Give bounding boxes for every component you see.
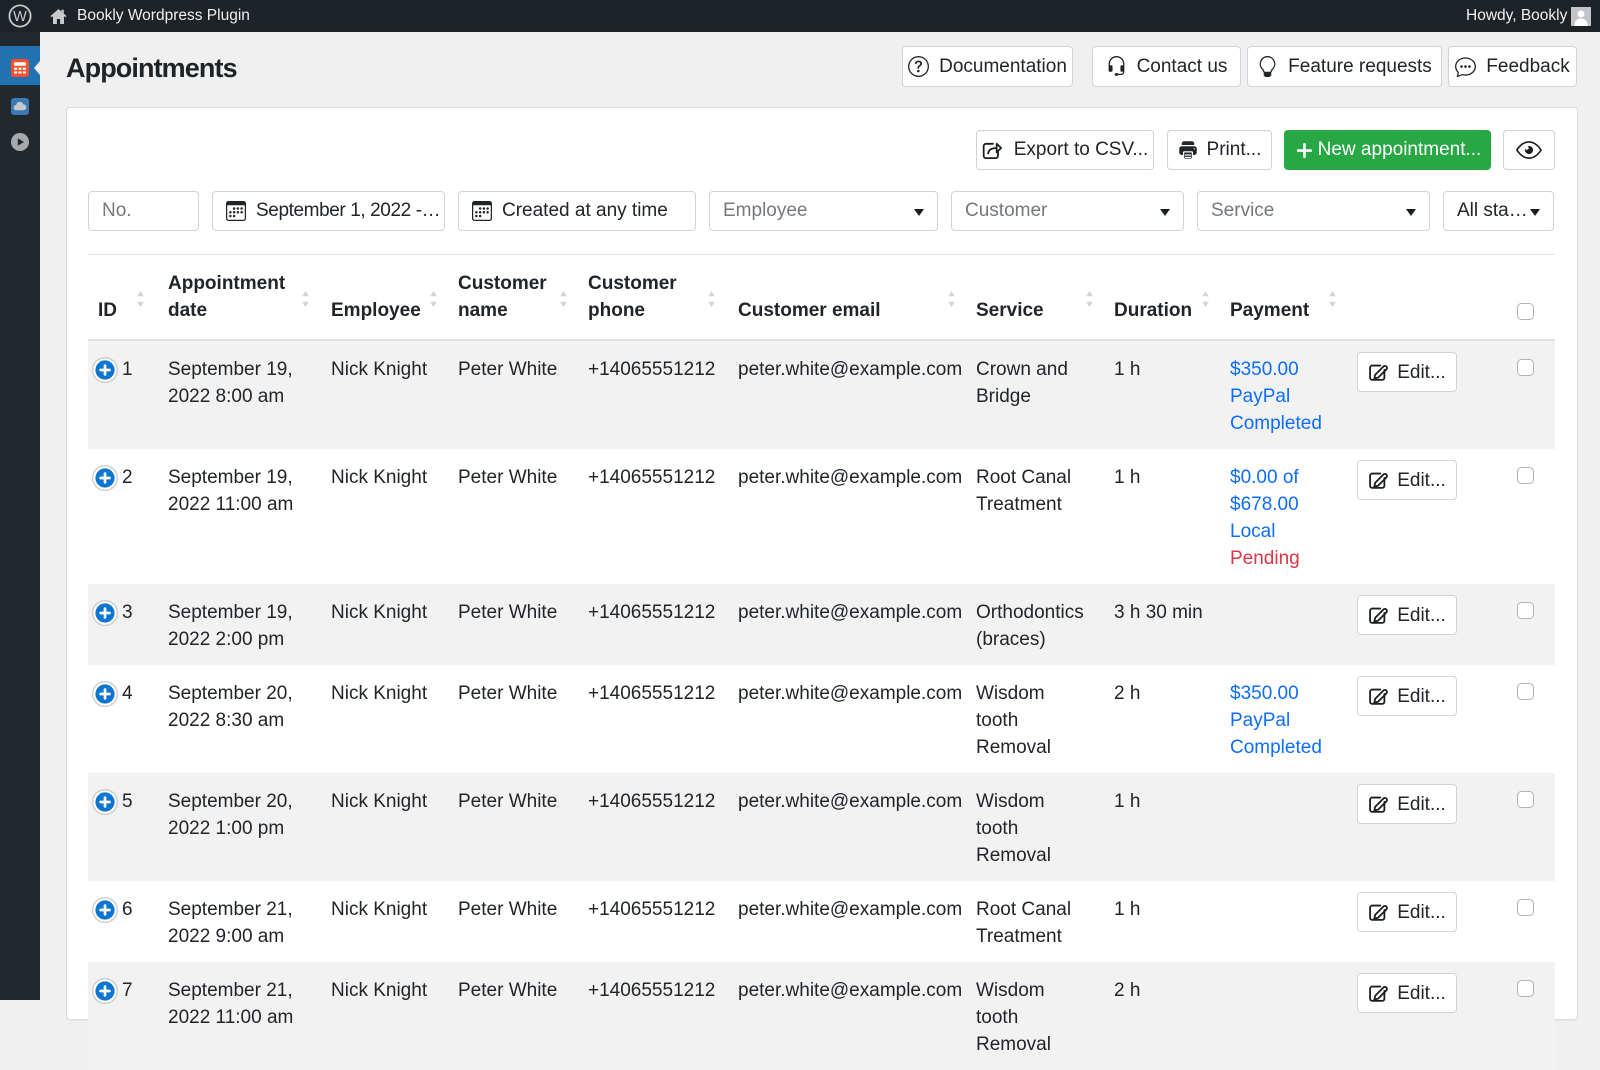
svg-text:W: W: [13, 9, 27, 25]
